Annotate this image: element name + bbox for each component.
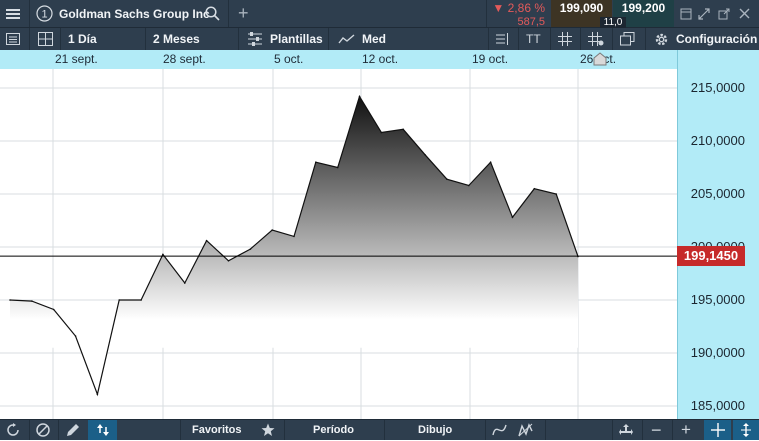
bottom-toolbar: Favoritos Período Dibujo − + xyxy=(0,419,759,440)
templates-button[interactable]: Plantillas xyxy=(247,28,323,50)
layout-grid-icon[interactable] xyxy=(38,28,53,50)
data-point xyxy=(315,161,317,163)
x-tick-label: 5 oct. xyxy=(274,52,304,66)
x-tick-label: 19 oct. xyxy=(472,52,509,66)
data-point xyxy=(293,235,295,238)
data-point xyxy=(271,229,273,231)
curve-tool-icon[interactable] xyxy=(492,420,507,440)
favorites-button[interactable]: Favoritos xyxy=(192,420,242,440)
settings-button[interactable]: Configuración xyxy=(654,28,757,50)
crosshair-grid-icon[interactable] xyxy=(558,28,572,50)
hamburger-menu-icon[interactable] xyxy=(6,0,22,27)
data-point xyxy=(52,308,55,311)
data-point xyxy=(467,184,470,187)
data-point xyxy=(489,161,492,163)
y-tick-label: 215,0000 xyxy=(690,80,745,95)
data-point xyxy=(74,335,77,337)
y-tick-label: 195,0000 xyxy=(690,292,745,307)
spread-value: 11,0 xyxy=(600,17,626,28)
chart-type-label: Med xyxy=(362,32,386,46)
line-chart-icon xyxy=(338,34,355,44)
settings-label: Configuración xyxy=(676,32,758,46)
add-tab-icon[interactable]: + xyxy=(238,0,249,27)
window-restore-icon[interactable] xyxy=(680,0,692,27)
y-axis[interactable]: 215,0000210,0000205,0000200,0000195,0000… xyxy=(677,50,759,419)
data-point xyxy=(511,216,514,219)
change-block: ▼ 2,86 % 587,5 xyxy=(492,1,545,28)
list-icon[interactable] xyxy=(6,28,20,50)
text-tool-icon[interactable]: TT xyxy=(526,28,541,50)
data-point xyxy=(118,299,121,301)
duplicate-icon[interactable] xyxy=(620,28,635,50)
data-point xyxy=(205,239,208,242)
bid-price: 199,090 xyxy=(559,1,604,15)
data-point xyxy=(9,299,11,301)
price-chart-plot[interactable] xyxy=(0,69,677,419)
popout-icon[interactable] xyxy=(718,0,730,27)
current-price-label: 199,1450 xyxy=(677,246,745,267)
data-point xyxy=(446,178,448,180)
data-point xyxy=(424,153,426,156)
interval-selector[interactable]: 1 Día xyxy=(68,28,97,50)
sort-arrows-icon[interactable] xyxy=(88,420,117,440)
magnet-grid-icon[interactable] xyxy=(588,28,604,50)
pencil-icon[interactable] xyxy=(65,420,80,440)
pan-icon[interactable] xyxy=(619,420,633,440)
data-point xyxy=(336,166,339,169)
zoom-in-icon[interactable]: + xyxy=(681,420,691,440)
data-point xyxy=(358,95,361,98)
chart-type-button[interactable]: Med xyxy=(338,28,386,50)
fit-vertical-icon[interactable] xyxy=(733,420,759,440)
star-icon[interactable] xyxy=(261,420,275,440)
data-point xyxy=(402,128,405,131)
data-point xyxy=(555,193,557,195)
zoom-out-icon[interactable]: − xyxy=(651,420,662,440)
y-tick-label: 205,0000 xyxy=(690,186,745,201)
search-icon[interactable] xyxy=(205,0,220,27)
gear-icon xyxy=(655,33,668,45)
chart-number-badge[interactable]: 1 xyxy=(36,0,53,27)
data-point xyxy=(380,131,383,134)
refresh-icon[interactable] xyxy=(6,420,20,440)
templates-label: Plantillas xyxy=(270,32,323,46)
change-percent: ▼ 2,86 % xyxy=(492,1,545,15)
disable-icon[interactable] xyxy=(36,420,50,440)
expand-icon[interactable] xyxy=(698,0,710,27)
data-point xyxy=(96,393,99,396)
data-point xyxy=(533,187,536,190)
data-point xyxy=(31,300,33,302)
data-point xyxy=(249,248,252,250)
y-tick-label: 210,0000 xyxy=(690,133,745,148)
zigzag-tool-icon[interactable] xyxy=(518,420,533,440)
event-marker-icon[interactable] xyxy=(593,52,607,66)
period-button[interactable]: Período xyxy=(313,420,354,440)
instrument-bar: 1 Goldman Sachs Group Inc + ▼ 2,86 % 587… xyxy=(0,0,759,28)
data-point xyxy=(162,253,164,256)
svg-text:1: 1 xyxy=(41,9,47,21)
ask-price: 199,200 xyxy=(621,1,666,15)
chart-toolbar: 1 Día 2 Meses Plantillas Med TT Configur… xyxy=(0,27,759,50)
data-point xyxy=(227,259,230,262)
indicators-list-icon[interactable] xyxy=(495,28,509,50)
y-tick-label: 185,0000 xyxy=(690,398,745,413)
x-tick-label: 28 sept. xyxy=(163,52,206,66)
close-icon[interactable] xyxy=(739,0,750,27)
data-point xyxy=(183,282,186,284)
x-tick-label: 12 oct. xyxy=(362,52,399,66)
crosshair-icon[interactable] xyxy=(704,420,731,440)
period-selector[interactable]: 2 Meses xyxy=(153,28,200,50)
drawing-button[interactable]: Dibujo xyxy=(418,420,452,440)
instrument-name[interactable]: Goldman Sachs Group Inc xyxy=(59,0,210,27)
sliders-icon xyxy=(248,32,262,46)
x-tick-label: 21 sept. xyxy=(55,52,98,66)
y-tick-label: 190,0000 xyxy=(690,345,745,360)
data-point xyxy=(140,299,142,301)
x-axis-date-strip: 21 sept. 28 sept. 5 oct. 12 oct. 19 oct.… xyxy=(0,50,677,69)
